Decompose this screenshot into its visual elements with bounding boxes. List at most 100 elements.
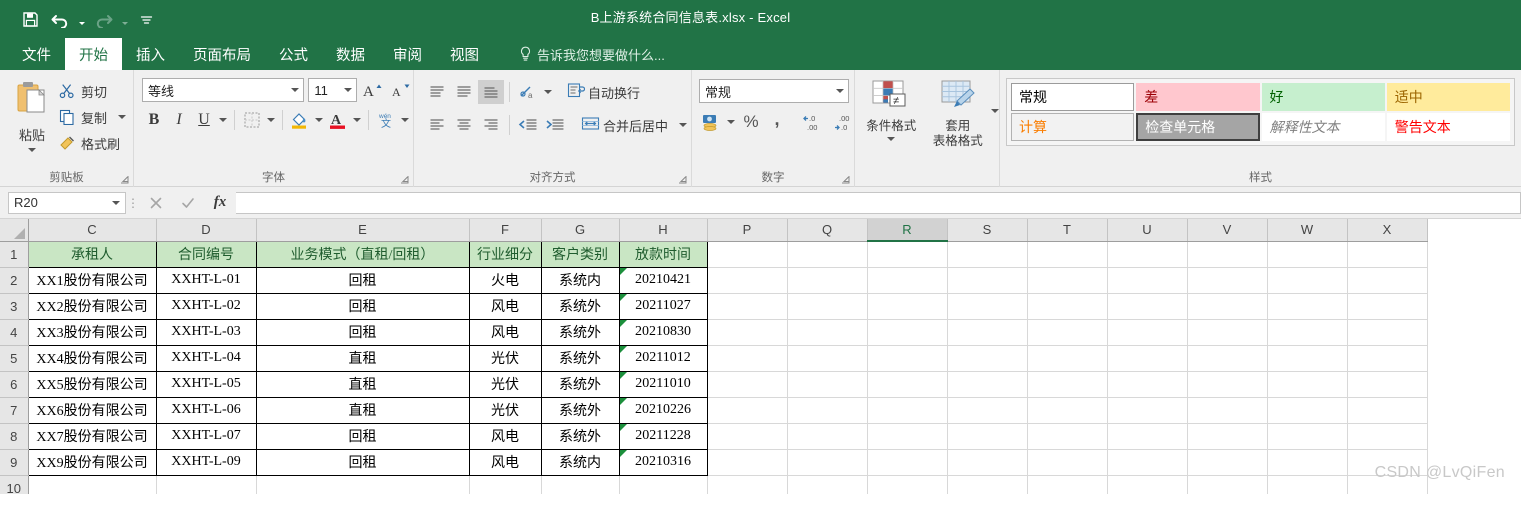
column-header-w[interactable]: W (1267, 219, 1348, 242)
tab-page-layout[interactable]: 页面布局 (179, 38, 265, 70)
paste-dropdown-icon[interactable] (28, 148, 36, 152)
cell-H7[interactable]: 20210226 (618, 396, 708, 424)
column-header-p[interactable]: P (707, 219, 788, 242)
cell-U10[interactable] (1107, 475, 1188, 494)
number-format-chevron-down-icon[interactable] (836, 89, 844, 93)
row-header-6[interactable]: 6 (0, 371, 29, 398)
cell-T8[interactable] (1027, 423, 1108, 450)
cell-H6[interactable]: 20211010 (618, 370, 708, 398)
select-all-corner[interactable] (0, 219, 29, 242)
copy-button[interactable]: 复制 (58, 106, 127, 128)
header-cell-H1[interactable]: 放款时间 (618, 240, 708, 268)
cell-T2[interactable] (1027, 267, 1108, 294)
cell-X6[interactable] (1347, 371, 1428, 398)
cell-U9[interactable] (1107, 449, 1188, 476)
cell-Q6[interactable] (787, 371, 868, 398)
cell-G6[interactable]: 系统外 (540, 370, 620, 398)
cell-V10[interactable] (1187, 475, 1268, 494)
cell-F6[interactable]: 光伏 (468, 370, 542, 398)
row-header-10[interactable]: 10 (0, 475, 29, 494)
cell-S9[interactable] (947, 449, 1028, 476)
cell-V1[interactable] (1187, 241, 1268, 268)
phonetic-guide-button[interactable]: wén 文 (374, 108, 398, 132)
increase-font-size-button[interactable]: A (361, 78, 385, 102)
cell-T9[interactable] (1027, 449, 1108, 476)
cell-T4[interactable] (1027, 319, 1108, 346)
row-header-5[interactable]: 5 (0, 345, 29, 372)
cell-Q2[interactable] (787, 267, 868, 294)
number-dialog-launcher-icon[interactable] (841, 175, 850, 184)
cell-style-neutral[interactable]: 适中 (1386, 83, 1510, 111)
column-header-x[interactable]: X (1347, 219, 1428, 242)
tab-data[interactable]: 数据 (322, 38, 379, 70)
cell-Q7[interactable] (787, 397, 868, 424)
cell-F5[interactable]: 光伏 (468, 344, 542, 372)
cell-Q1[interactable] (787, 241, 868, 268)
cell-V9[interactable] (1187, 449, 1268, 476)
merge-center-button[interactable]: 合并后居中 (581, 115, 688, 135)
cell-H2[interactable]: 20210421 (618, 266, 708, 294)
cell-G3[interactable]: 系统外 (540, 292, 620, 320)
cell-Q8[interactable] (787, 423, 868, 450)
cell-style-warning-text[interactable]: 警告文本 (1386, 113, 1510, 141)
row-header-2[interactable]: 2 (0, 267, 29, 294)
formula-bar-grip[interactable]: ⋮ (126, 196, 140, 210)
header-cell-D1[interactable]: 合同编号 (155, 240, 257, 268)
row-header-9[interactable]: 9 (0, 449, 29, 476)
cell-Q3[interactable] (787, 293, 868, 320)
cut-button[interactable]: 剪切 (58, 80, 126, 102)
cell-D7[interactable]: XXHT-L-06 (155, 396, 257, 424)
cell-style-bad[interactable]: 差 (1136, 83, 1260, 111)
cell-U5[interactable] (1107, 345, 1188, 372)
align-bottom-button[interactable] (478, 80, 504, 104)
cell-style-calculation[interactable]: 计算 (1011, 113, 1135, 141)
increase-decimal-button[interactable]: .0.00 (801, 110, 831, 134)
cell-U8[interactable] (1107, 423, 1188, 450)
cell-P2[interactable] (707, 267, 788, 294)
cell-F10[interactable] (469, 475, 542, 494)
cell-S1[interactable] (947, 241, 1028, 268)
cell-R2[interactable] (867, 267, 948, 294)
cell-E10[interactable] (256, 475, 470, 494)
align-right-button[interactable] (478, 113, 504, 137)
tab-review[interactable]: 审阅 (379, 38, 436, 70)
cell-E9[interactable]: 回租 (255, 448, 470, 476)
header-cell-C1[interactable]: 承租人 (27, 240, 157, 268)
cell-W9[interactable] (1267, 449, 1348, 476)
cell-Q10[interactable] (787, 475, 868, 494)
cell-E6[interactable]: 直租 (255, 370, 470, 398)
column-header-f[interactable]: F (469, 219, 542, 242)
conditional-formatting-dropdown-icon[interactable] (887, 137, 896, 141)
cell-U4[interactable] (1107, 319, 1188, 346)
column-header-v[interactable]: V (1187, 219, 1268, 242)
align-top-button[interactable] (424, 80, 450, 104)
decrease-font-size-button[interactable]: A (389, 78, 413, 102)
cell-R4[interactable] (867, 319, 948, 346)
cell-E5[interactable]: 直租 (255, 344, 470, 372)
cell-W7[interactable] (1267, 397, 1348, 424)
cell-V6[interactable] (1187, 371, 1268, 398)
cell-D2[interactable]: XXHT-L-01 (155, 266, 257, 294)
comma-style-button[interactable]: , (765, 109, 789, 134)
cell-H4[interactable]: 20210830 (618, 318, 708, 346)
font-color-button[interactable]: A (326, 108, 350, 132)
cell-H5[interactable]: 20211012 (618, 344, 708, 372)
cell-G5[interactable]: 系统外 (540, 344, 620, 372)
cell-F3[interactable]: 风电 (468, 292, 542, 320)
cell-C5[interactable]: XX4股份有限公司 (27, 344, 157, 372)
cell-C7[interactable]: XX6股份有限公司 (27, 396, 157, 424)
cell-S5[interactable] (947, 345, 1028, 372)
cell-R6[interactable] (867, 371, 948, 398)
cell-T5[interactable] (1027, 345, 1108, 372)
cell-F4[interactable]: 风电 (468, 318, 542, 346)
cell-Q9[interactable] (787, 449, 868, 476)
cell-D9[interactable]: XXHT-L-09 (155, 448, 257, 476)
cell-G7[interactable]: 系统外 (540, 396, 620, 424)
number-format-combo[interactable]: 常规 (699, 79, 849, 103)
cell-R1[interactable] (867, 241, 948, 268)
cell-U1[interactable] (1107, 241, 1188, 268)
font-size-chevron-down-icon[interactable] (344, 88, 352, 92)
format-as-table-dropdown-icon[interactable] (991, 74, 999, 149)
accounting-format-button[interactable] (699, 110, 723, 134)
cell-W4[interactable] (1267, 319, 1348, 346)
